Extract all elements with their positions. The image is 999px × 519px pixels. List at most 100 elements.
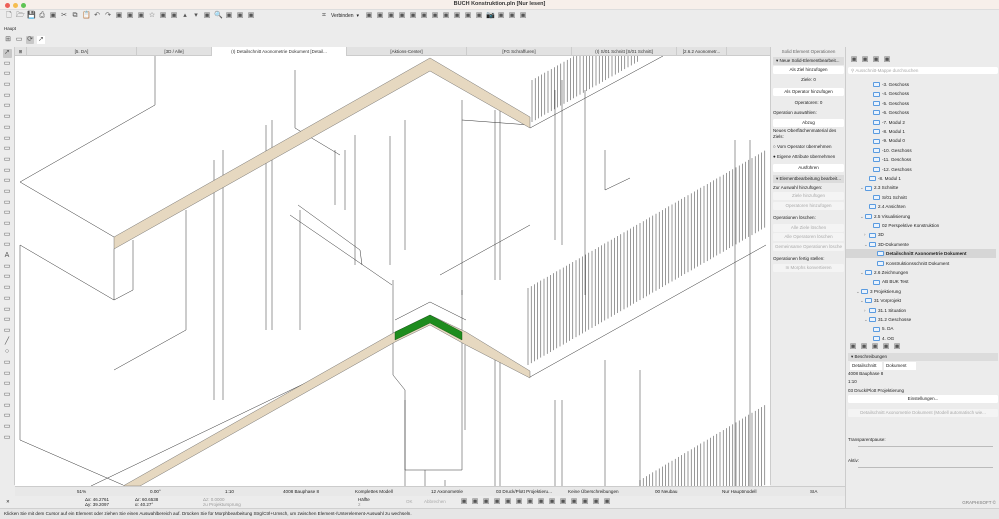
tree-item[interactable]: -12. Geschoss	[868, 165, 912, 174]
layer-icon[interactable]: ▣	[115, 12, 123, 20]
tree-item[interactable]: -11. Geschoss	[868, 155, 911, 164]
element-filter-icon[interactable]: ⊞	[4, 36, 12, 44]
settings-button[interactable]: Einstellungen...	[848, 395, 998, 403]
section-icon[interactable]: ▣	[420, 12, 428, 20]
ok-button[interactable]: OK	[406, 499, 413, 504]
tree-item[interactable]: -7. Modul 2	[868, 118, 905, 127]
detail-icon[interactable]: ▭	[3, 412, 12, 421]
table-icon[interactable]: ▣	[603, 498, 611, 506]
arrow-up-icon[interactable]: ▴	[181, 12, 189, 20]
group-icon[interactable]: ▣	[376, 12, 384, 20]
zone-icon[interactable]: ▭	[3, 241, 12, 250]
elevation-icon[interactable]: ▣	[431, 12, 439, 20]
flag-icon[interactable]: ▣	[570, 498, 578, 506]
open-icon[interactable]: 🗁	[16, 12, 25, 20]
tree-item[interactable]: -4. Geschoss	[868, 89, 909, 98]
syringe-icon[interactable]: ▣	[170, 12, 178, 20]
section-header[interactable]: ▾ Elementbearbeitung bearbeit...	[773, 175, 844, 183]
split-count-field[interactable]: 2	[358, 502, 361, 507]
column-icon[interactable]: ▭	[3, 81, 12, 90]
tab-5[interactable]: (I) S/01 Schnitt [S/01 Schnitt]	[572, 47, 677, 56]
eyedropper-icon[interactable]: ▣	[159, 12, 167, 20]
save-icon[interactable]: 💾	[27, 12, 36, 20]
delete-icon[interactable]: ▣	[893, 343, 901, 351]
tab-3[interactable]: [Aktions-Center]	[347, 47, 467, 56]
distribute-icon[interactable]: ▣	[236, 12, 244, 20]
model-icon[interactable]: ▣	[526, 498, 534, 506]
search-input[interactable]: ⚲ Ausschnitt-Mappe durchsuchen	[848, 67, 998, 74]
axonometric-drawing[interactable]	[15, 56, 770, 486]
add-operators-button[interactable]: Operatoren hinzufügen	[773, 202, 844, 210]
tree-item[interactable]: S/01 Schnitt	[868, 193, 907, 202]
window-icon[interactable]: ▭	[3, 199, 12, 208]
tree-item[interactable]: ⌄ 31 Vorprojekt	[860, 296, 901, 305]
slab-icon[interactable]: ▭	[3, 102, 12, 111]
view-preview[interactable]: Detailschnitt Axonometrie Dokument (Mode…	[848, 409, 998, 417]
shell-icon[interactable]: ▭	[3, 124, 12, 133]
grid-icon[interactable]: ▣	[126, 12, 134, 20]
delta-y-field[interactable]: Δy: 39.2097	[85, 502, 109, 507]
add-targets-button[interactable]: Ziele hinzufügen	[773, 192, 844, 200]
hotspot-icon[interactable]: ▭	[3, 380, 12, 389]
tree-item[interactable]: -9. Modul 0	[868, 136, 905, 145]
connect-menu[interactable]: ⌗ Verbinden ▾	[320, 12, 359, 20]
paste-icon[interactable]: 📋	[82, 12, 91, 20]
beam-icon[interactable]: ▭	[3, 92, 12, 101]
object-icon[interactable]: ▭	[3, 220, 12, 229]
snap-icon[interactable]: ▣	[559, 498, 567, 506]
tree-item[interactable]: -5. Geschoss	[868, 99, 909, 108]
elevation-marker-icon[interactable]: ▭	[3, 423, 12, 432]
tab-2[interactable]: (I) Detailschnitt Axonometrie Dokument […	[212, 47, 347, 56]
arrow-down-icon[interactable]: ▾	[192, 12, 200, 20]
curtain-wall-icon[interactable]: ▭	[3, 177, 12, 186]
tag-icon[interactable]: ▣	[482, 498, 490, 506]
text-icon[interactable]: A	[3, 252, 12, 261]
tree-item[interactable]: ⌄ 2.6 Zeichnungen	[860, 268, 908, 277]
favorite-icon[interactable]: ☆	[148, 12, 156, 20]
layers-icon[interactable]: ▣	[398, 12, 406, 20]
slider[interactable]	[858, 467, 993, 468]
marker-icon[interactable]: ▣	[460, 498, 468, 506]
section-marker-icon[interactable]: ▭	[3, 402, 12, 411]
tree-item[interactable]: ⌄ 31.2 Geschosse	[864, 315, 911, 324]
publish-icon[interactable]: ▣	[508, 12, 516, 20]
stair-icon[interactable]: ▭	[3, 167, 12, 176]
fill-icon[interactable]: ▣	[493, 498, 501, 506]
line-icon[interactable]: ╱	[3, 338, 12, 347]
door-icon[interactable]: ▭	[3, 188, 12, 197]
circle-icon[interactable]: ○	[3, 348, 12, 357]
section-header[interactable]: ▾ Neue Solid-Elementbearbeit...	[773, 57, 844, 65]
zoom-icon[interactable]: 🔍	[214, 12, 223, 20]
label-icon[interactable]: ▭	[3, 263, 12, 272]
teamwork-icon[interactable]: ▣	[581, 498, 589, 506]
angle-field[interactable]: α: 40.27°	[135, 502, 153, 507]
tree-item[interactable]: › 31.1 Situation	[864, 306, 906, 315]
slider[interactable]	[858, 446, 993, 447]
new-icon[interactable]: 🗋	[5, 12, 13, 20]
view-map-icon[interactable]: ▣	[453, 12, 461, 20]
trim-icon[interactable]: ▣	[203, 12, 211, 20]
layer-icon[interactable]: ▣	[504, 498, 512, 506]
project-map-icon[interactable]: ▣	[850, 56, 858, 64]
tab-1[interactable]: [3D / Alle]	[137, 47, 212, 56]
arrow-icon[interactable]: ➚	[2, 49, 12, 58]
dimension-icon[interactable]: ▭	[3, 273, 12, 282]
tree-item[interactable]: ⌄ 2.5 Visualisierung	[860, 212, 910, 221]
roof-icon[interactable]: ▭	[3, 113, 12, 122]
convert-morphs-button[interactable]: In Morphs konvertieren	[773, 264, 844, 272]
wall-icon[interactable]: ▭	[3, 70, 12, 79]
cancel-icon[interactable]: ✕	[6, 499, 10, 504]
trace-icon[interactable]: ▣	[537, 498, 545, 506]
copy-icon[interactable]: ⧉	[71, 12, 79, 20]
polyline-icon[interactable]: ▭	[3, 359, 12, 368]
tree-item[interactable]: -8. Modul 1	[868, 127, 905, 136]
tree-item[interactable]: 02 Perspektive Konstruktion	[868, 221, 939, 230]
align-icon[interactable]: ▣	[225, 12, 233, 20]
tab-0[interactable]: [5. DA]	[27, 47, 137, 56]
marquee-mode-icon[interactable]: ▭	[15, 36, 23, 44]
radio-own-attributes[interactable]: ● Eigene Attribute übernehmen	[773, 153, 844, 161]
railing-icon[interactable]: ▭	[3, 156, 12, 165]
tree-item[interactable]: 4. OG	[868, 334, 894, 343]
3d-window-icon[interactable]: ▣	[442, 12, 450, 20]
align-icon[interactable]: ▣	[548, 498, 556, 506]
